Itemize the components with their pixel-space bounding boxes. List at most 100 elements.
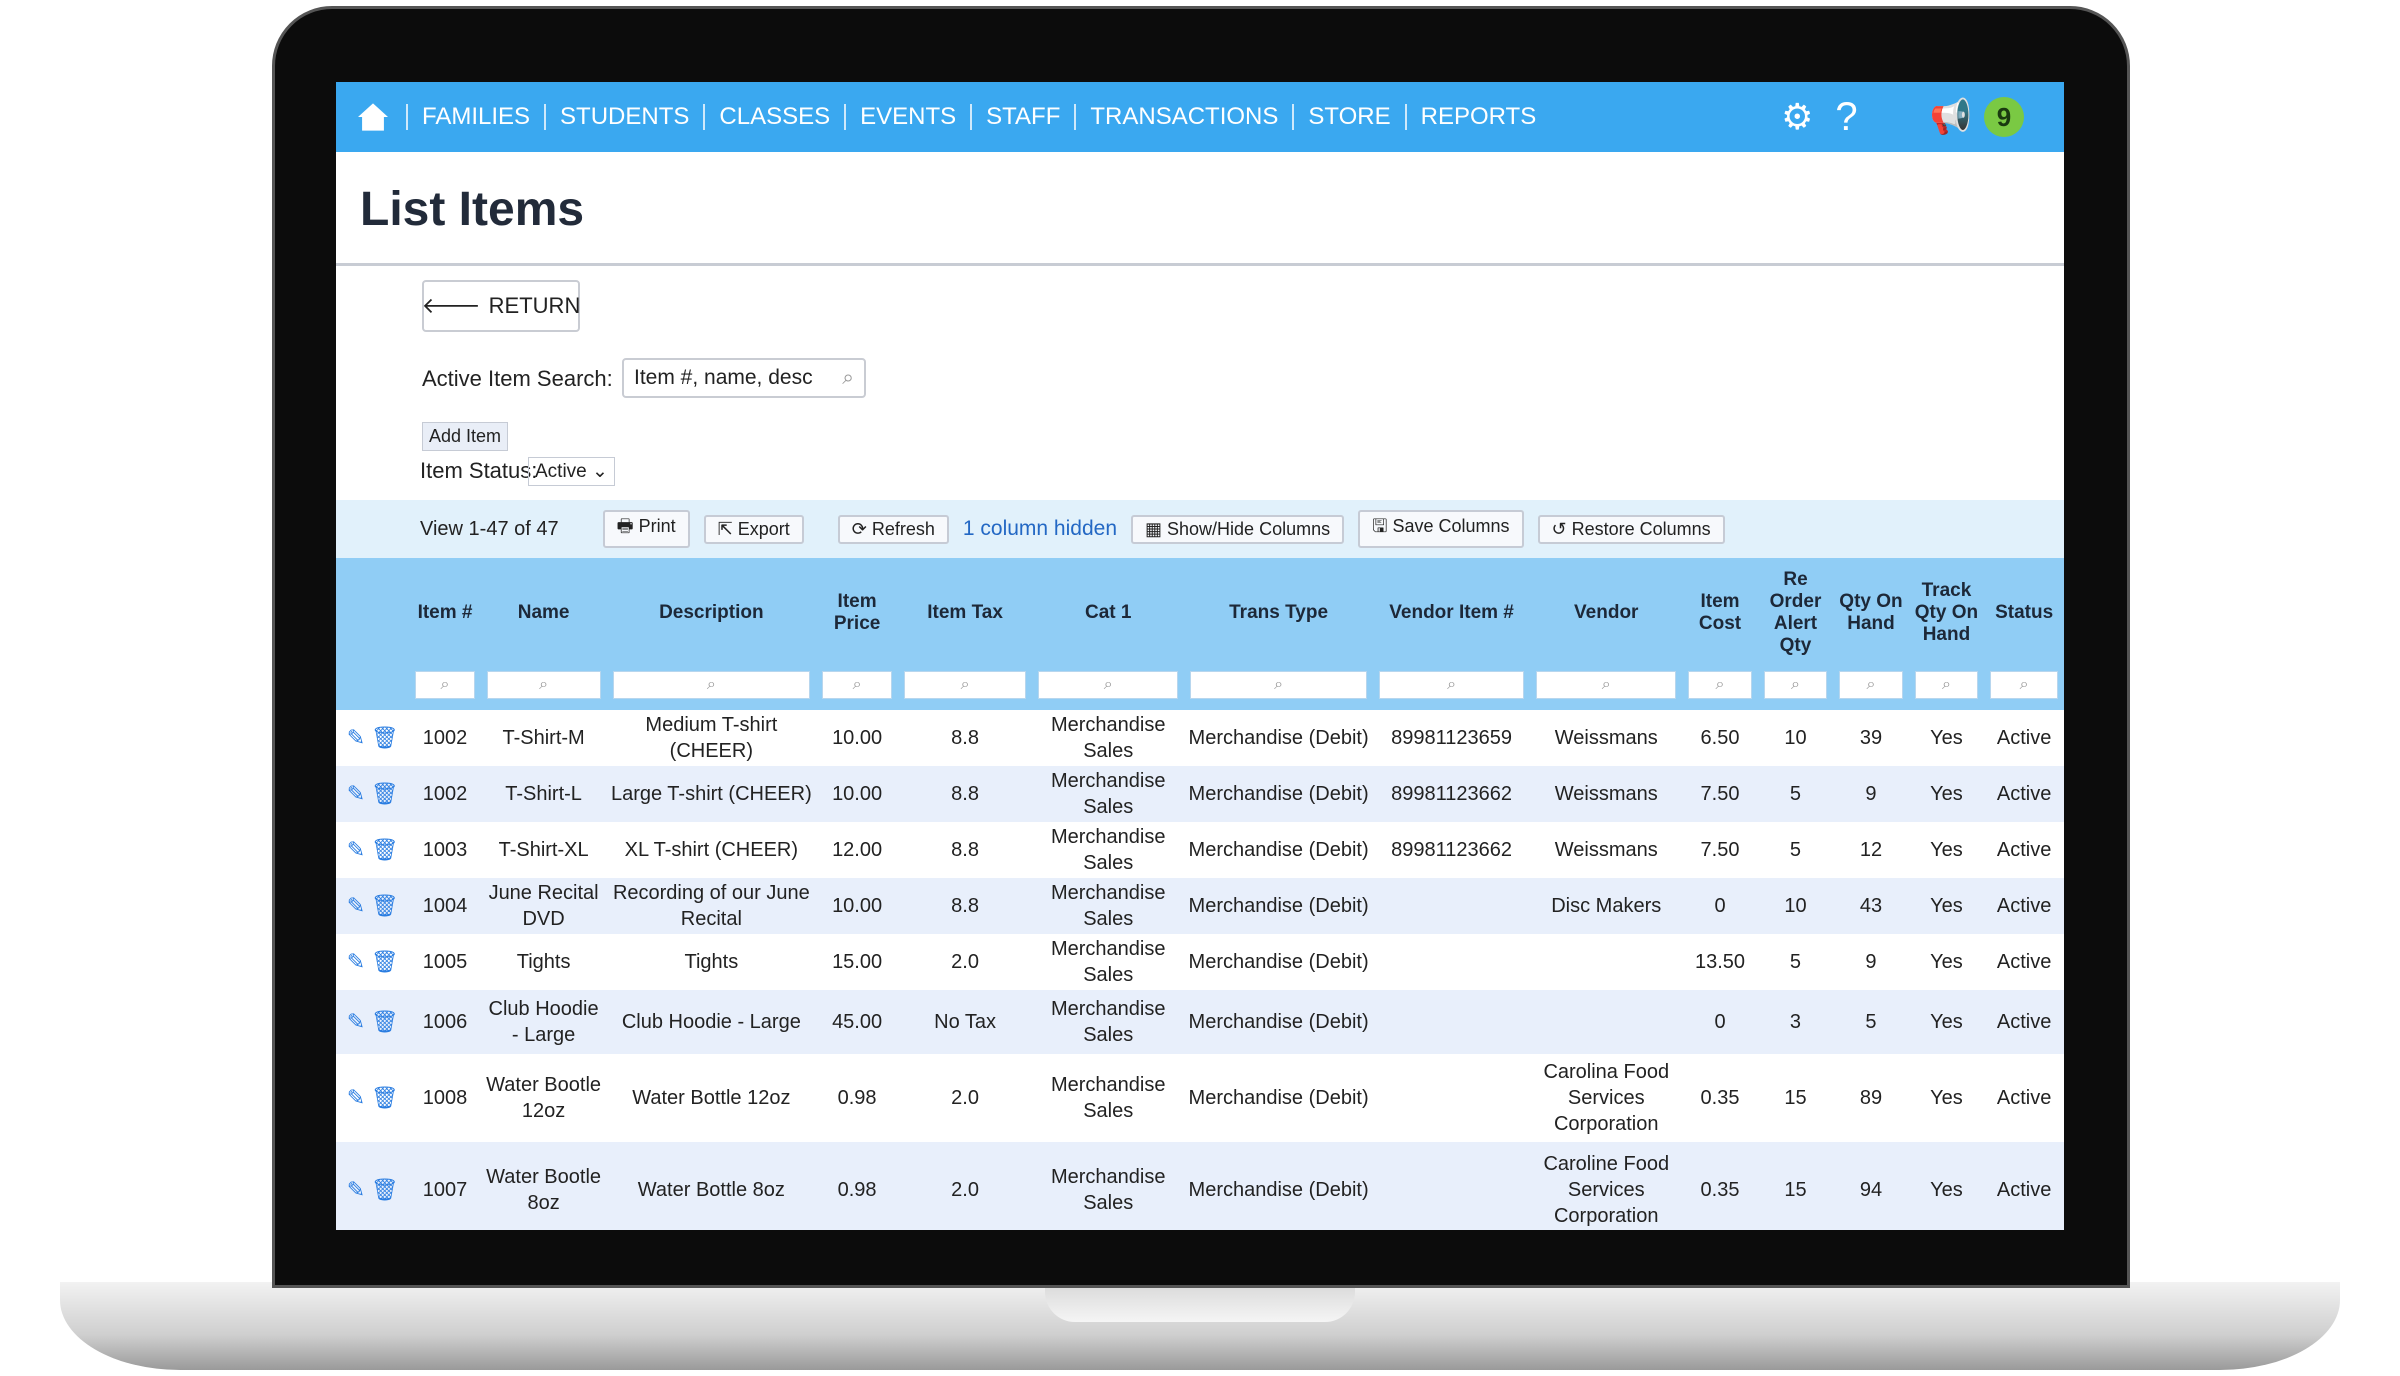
table-cell: Water Bottle 12oz bbox=[632, 1087, 791, 1109]
search-icon: ⌕ bbox=[539, 676, 549, 693]
export-button[interactable]: ⇱ Export bbox=[703, 514, 804, 544]
table-cell: Large T-shirt (CHEER) bbox=[606, 766, 817, 822]
table-cell: 15 bbox=[1757, 1142, 1834, 1230]
restore-label: Restore Columns bbox=[1571, 518, 1711, 539]
column-filter-input[interactable]: ⌕ bbox=[822, 671, 892, 699]
trash-icon[interactable]: 🗑 bbox=[371, 1009, 399, 1034]
table-cell: Active bbox=[1996, 1087, 2052, 1109]
column-header[interactable]: Trans Type bbox=[1184, 558, 1373, 668]
gear-icon[interactable]: ⚙ bbox=[1781, 96, 1813, 138]
column-header[interactable]: Description bbox=[606, 558, 817, 668]
restore-columns-button[interactable]: ↺ Restore Columns bbox=[1537, 514, 1725, 544]
column-header[interactable]: Track Qty On Hand bbox=[1908, 558, 1985, 668]
table-cell: 45.00 bbox=[816, 990, 898, 1054]
column-filter-input[interactable]: ⌕ bbox=[1839, 671, 1903, 699]
actions-header bbox=[336, 558, 410, 668]
column-filter-input[interactable]: ⌕ bbox=[1688, 671, 1752, 699]
table-cell: 13.50 bbox=[1694, 951, 1746, 973]
column-header[interactable]: Vendor Item # bbox=[1372, 558, 1531, 668]
show-hide-columns-button[interactable]: ▦ Show/Hide Columns bbox=[1131, 514, 1345, 544]
column-filter-input[interactable]: ⌕ bbox=[1914, 671, 1979, 699]
edit-pencil-icon[interactable]: ✎ bbox=[347, 1177, 365, 1202]
column-header[interactable]: Qty On Hand bbox=[1833, 558, 1909, 668]
trash-icon[interactable]: 🗑 bbox=[371, 893, 399, 918]
edit-pencil-icon[interactable]: ✎ bbox=[347, 837, 365, 862]
trash-icon[interactable]: 🗑 bbox=[371, 837, 399, 862]
hidden-columns-link[interactable]: 1 column hidden bbox=[963, 517, 1117, 541]
table-cell: 15 bbox=[1784, 1087, 1807, 1109]
column-filter-input[interactable]: ⌕ bbox=[1536, 671, 1677, 699]
column-header[interactable]: Cat 1 bbox=[1032, 558, 1185, 668]
column-filter-input[interactable]: ⌕ bbox=[1763, 671, 1828, 699]
column-filter-input[interactable]: ⌕ bbox=[486, 671, 601, 699]
table-cell: Merchandise (Debit) bbox=[1188, 951, 1369, 973]
divider bbox=[336, 263, 2064, 266]
column-filter-input[interactable]: ⌕ bbox=[1990, 671, 2058, 699]
trash-icon[interactable]: 🗑 bbox=[371, 1085, 399, 1110]
filter-cell: ⌕ bbox=[897, 668, 1033, 710]
laptop-notch bbox=[1045, 1282, 1355, 1322]
refresh-button[interactable]: ⟳ Refresh bbox=[837, 514, 949, 544]
column-header[interactable]: Item Price bbox=[816, 558, 898, 668]
trash-icon[interactable]: 🗑 bbox=[371, 1177, 399, 1202]
column-header[interactable]: Item # bbox=[409, 558, 481, 668]
column-filter-input[interactable]: ⌕ bbox=[1378, 671, 1525, 699]
nav-item-staff[interactable]: STAFF bbox=[970, 104, 1074, 130]
filter-row: ⌕ ⌕ ⌕ ⌕ ⌕ ⌕ ⌕ ⌕ ⌕ ⌕ ⌕ ⌕ ⌕ ⌕ bbox=[336, 668, 2064, 710]
table-cell: Caroline Food Services Corporation bbox=[1530, 1142, 1683, 1230]
edit-pencil-icon[interactable]: ✎ bbox=[347, 1009, 365, 1034]
return-button[interactable]: 🡐 RETURN bbox=[422, 280, 580, 332]
column-filter-input[interactable]: ⌕ bbox=[415, 671, 475, 699]
table-cell: Water Bootle 8oz bbox=[480, 1142, 607, 1230]
nav-item-transactions[interactable]: TRANSACTIONS bbox=[1074, 104, 1292, 130]
table-cell: Active bbox=[1996, 951, 2052, 973]
table-cell: 1002 bbox=[422, 727, 468, 749]
column-header[interactable]: Status bbox=[1984, 558, 2064, 668]
column-header[interactable]: Item Cost bbox=[1682, 558, 1758, 668]
save-columns-button[interactable]: 🖫 Save Columns bbox=[1358, 510, 1524, 548]
table-cell: 1002 bbox=[409, 766, 481, 822]
edit-pencil-icon[interactable]: ✎ bbox=[347, 949, 365, 974]
column-header[interactable]: Item Tax bbox=[897, 558, 1033, 668]
column-filter-input[interactable]: ⌕ bbox=[612, 671, 811, 699]
megaphone-icon[interactable]: 📢 bbox=[1930, 97, 1972, 137]
trash-icon[interactable]: 🗑 bbox=[371, 949, 399, 974]
search-icon: ⌕ bbox=[1274, 676, 1284, 693]
nav-item-students[interactable]: STUDENTS bbox=[544, 104, 703, 130]
print-button[interactable]: 🖶 Print bbox=[602, 510, 690, 548]
filter-cell: ⌕ bbox=[1032, 668, 1185, 710]
table-cell: Yes bbox=[1930, 839, 1963, 861]
nav-item-events[interactable]: EVENTS bbox=[844, 104, 970, 130]
search-label: Active Item Search: bbox=[422, 366, 613, 391]
edit-pencil-icon[interactable]: ✎ bbox=[347, 1085, 365, 1110]
search-icon: ⌕ bbox=[2019, 676, 2029, 693]
arrow-left-icon: 🡐 bbox=[421, 293, 481, 318]
nav-item-reports[interactable]: REPORTS bbox=[1404, 104, 1551, 130]
table-cell: T-Shirt-XL bbox=[498, 839, 589, 861]
column-filter-input[interactable]: ⌕ bbox=[1038, 671, 1179, 699]
column-header[interactable]: Name bbox=[480, 558, 607, 668]
help-icon[interactable]: ? bbox=[1835, 95, 1857, 140]
column-filter-input[interactable]: ⌕ bbox=[1190, 671, 1367, 699]
column-header[interactable]: Vendor bbox=[1530, 558, 1683, 668]
status-select[interactable]: Active ⌄ bbox=[528, 457, 615, 486]
search-input[interactable]: Item #, name, desc ⌕ bbox=[622, 358, 866, 398]
nav-item-families[interactable]: FAMILIES bbox=[406, 104, 544, 130]
nav-item-store[interactable]: STORE bbox=[1292, 104, 1404, 130]
add-item-button[interactable]: Add Item bbox=[422, 422, 509, 451]
edit-pencil-icon[interactable]: ✎ bbox=[347, 893, 365, 918]
trash-icon[interactable]: 🗑 bbox=[371, 781, 399, 806]
table-cell: 10 bbox=[1757, 878, 1834, 934]
table-cell bbox=[1373, 934, 1530, 990]
edit-pencil-icon[interactable]: ✎ bbox=[347, 725, 365, 750]
search-icon: ⌕ bbox=[1941, 676, 1951, 693]
filter-cell: ⌕ bbox=[816, 668, 898, 710]
column-header[interactable]: Re Order Alert Qty bbox=[1757, 558, 1834, 668]
home-icon[interactable] bbox=[356, 102, 390, 132]
column-filter-input[interactable]: ⌕ bbox=[903, 671, 1027, 699]
notification-badge[interactable]: 9 bbox=[1984, 97, 2024, 137]
table-cell: 1003 bbox=[422, 839, 468, 861]
nav-item-classes[interactable]: CLASSES bbox=[703, 104, 844, 130]
trash-icon[interactable]: 🗑 bbox=[371, 725, 399, 750]
edit-pencil-icon[interactable]: ✎ bbox=[347, 781, 365, 806]
